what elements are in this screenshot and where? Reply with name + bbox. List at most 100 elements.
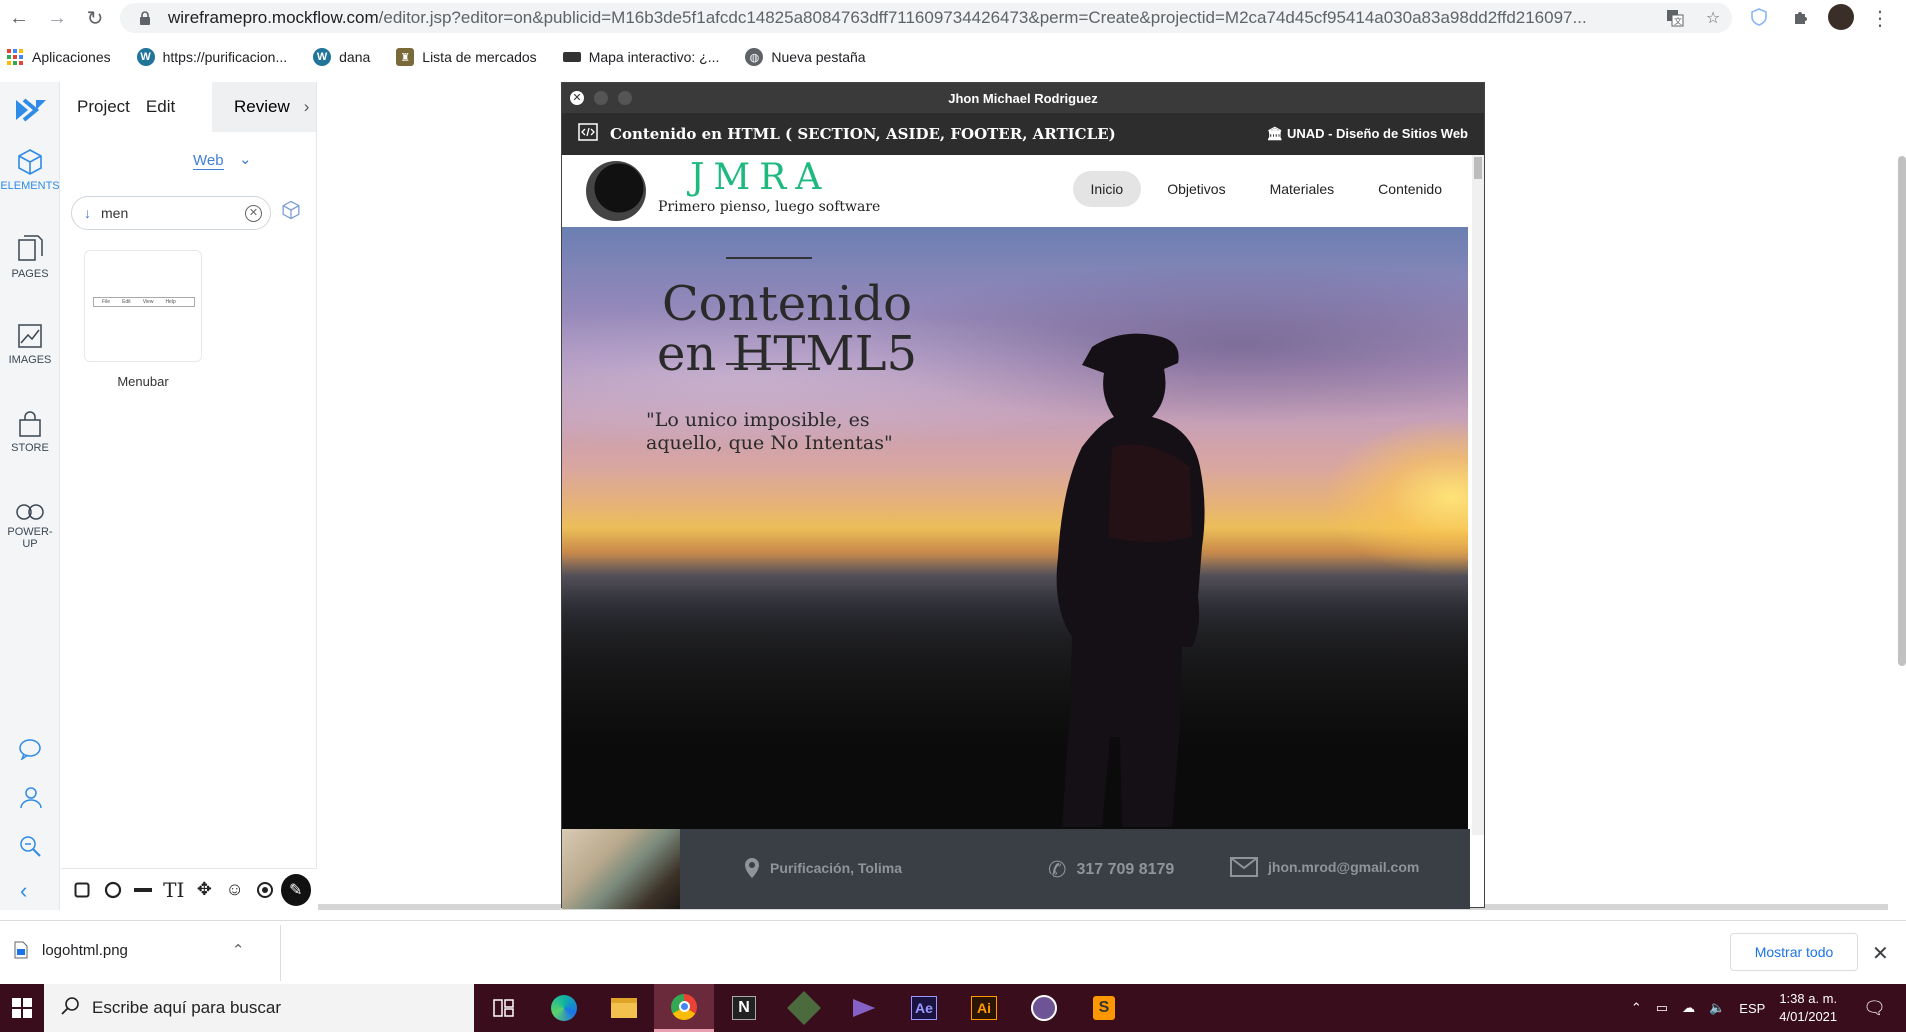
rail-elements[interactable]: ELEMENTS: [0, 148, 60, 192]
hero-grass-field: [562, 557, 1468, 829]
rail-store[interactable]: STORE: [0, 410, 60, 454]
bookmark-mapa[interactable]: Mapa interactivo: ¿...: [562, 49, 719, 65]
course-label-text: UNAD - Diseño de Sitios Web: [1286, 126, 1468, 141]
svg-text:文: 文: [1674, 16, 1682, 26]
translate-icon[interactable]: 文: [1664, 7, 1686, 29]
move-tool-icon[interactable]: ✥: [189, 874, 220, 906]
line-tool-icon[interactable]: [128, 874, 159, 906]
bookmark-star-icon[interactable]: ☆: [1702, 7, 1724, 29]
component-library-icon[interactable]: [281, 200, 301, 225]
maximize-dot[interactable]: [618, 91, 632, 105]
bookmark-dana[interactable]: W dana: [313, 48, 370, 66]
platform-select[interactable]: Web: [193, 152, 224, 170]
sketchup-icon[interactable]: [774, 984, 834, 1032]
menu-edit[interactable]: Edit: [146, 97, 175, 117]
github-icon[interactable]: [1014, 984, 1074, 1032]
menubar-element-card[interactable]: File Edit View Help: [84, 250, 202, 362]
chat-bubble-icon[interactable]: [18, 738, 42, 765]
forward-arrow-icon[interactable]: →: [42, 3, 72, 33]
paint-brush-icon[interactable]: ✎: [280, 873, 311, 906]
close-icon[interactable]: ✕: [570, 91, 584, 105]
cube-icon: [18, 149, 42, 175]
after-effects-icon[interactable]: Ae: [894, 984, 954, 1032]
rail-pages[interactable]: PAGES: [0, 234, 60, 280]
footer-email-text: jhon.mrod@gmail.com: [1268, 859, 1420, 875]
bookmark-label: dana: [339, 49, 371, 65]
bookmark-lista-mercados[interactable]: ♜ Lista de mercados: [396, 48, 537, 66]
minimize-dot[interactable]: [594, 91, 608, 105]
task-view-icon[interactable]: [474, 984, 534, 1032]
clear-search-icon[interactable]: ✕: [245, 205, 262, 222]
menubar-thumbnail: File Edit View Help: [93, 297, 195, 307]
visual-studio-icon[interactable]: [834, 984, 894, 1032]
clock-time: 1:38 a. m.: [1779, 991, 1838, 1006]
sublime-text-icon[interactable]: S: [1074, 984, 1134, 1032]
system-tray: ⌃ ▭ ☁ 🔈 ESP 1:38 a. m. 4/01/2021 🗨: [1631, 984, 1906, 1032]
file-explorer-icon[interactable]: [594, 984, 654, 1032]
back-arrow-icon[interactable]: ←: [4, 3, 34, 33]
element-search-input[interactable]: ↓ men ✕: [71, 196, 271, 230]
notifications-icon[interactable]: 🗨: [1863, 998, 1886, 1019]
menu-review[interactable]: Review ›: [212, 82, 316, 132]
notion-icon[interactable]: N: [714, 984, 774, 1032]
elements-panel: Project Edit Review › Web ⌄ ↓ men ✕ File…: [61, 82, 317, 910]
address-bar[interactable]: wireframepro.mockflow.com/editor.jsp?edi…: [120, 3, 1732, 33]
bookmark-nueva-pestana[interactable]: ◍ Nueva pestaña: [745, 48, 866, 66]
wordpress-icon: W: [136, 48, 155, 66]
edge-icon[interactable]: [534, 984, 594, 1032]
thumb-menu-item: View: [142, 299, 154, 305]
bookmark-purificacion[interactable]: W https://purificacion...: [136, 48, 287, 66]
sort-arrow-icon: ↓: [84, 205, 91, 221]
show-all-button[interactable]: Mostrar todo: [1730, 933, 1858, 971]
radio-tool-icon[interactable]: [250, 874, 281, 906]
nav-contenido[interactable]: Contenido: [1360, 171, 1460, 207]
nav-objetivos[interactable]: Objetivos: [1149, 171, 1243, 207]
more-menu-icon[interactable]: ⋮: [1870, 6, 1890, 31]
rectangle-tool-icon[interactable]: [67, 874, 98, 906]
bookmark-apps[interactable]: Aplicaciones: [6, 48, 111, 66]
reload-icon[interactable]: ↻: [80, 3, 110, 33]
mockup-scrollbar[interactable]: [1472, 155, 1484, 835]
apps-grid-icon: [6, 48, 24, 66]
canvas-vertical-scrollbar[interactable]: [1898, 156, 1906, 666]
team-users-icon[interactable]: [18, 786, 44, 815]
cloud-icon[interactable]: ☁: [1682, 1000, 1695, 1016]
clock[interactable]: 1:38 a. m. 4/01/2021: [1779, 990, 1837, 1026]
collapse-chevron-icon[interactable]: ‹: [20, 878, 27, 904]
text-tool-icon[interactable]: TI: [159, 874, 190, 906]
illustrator-icon[interactable]: Ai: [954, 984, 1014, 1032]
mockflow-left-rail: ELEMENTS PAGES IMAGES STORE POWER-UP ‹: [0, 82, 60, 910]
zoom-search-icon[interactable]: [18, 834, 42, 863]
rail-power-up[interactable]: POWER-UP: [0, 502, 60, 550]
nav-materiales[interactable]: Materiales: [1252, 171, 1353, 207]
rail-label: POWER-UP: [7, 526, 53, 550]
mockup-scroll-thumb[interactable]: [1474, 157, 1482, 179]
taskbar-search-input[interactable]: Escribe aquí para buscar: [44, 984, 474, 1032]
emoji-tool-icon[interactable]: ☺: [220, 874, 251, 906]
close-icon[interactable]: ✕: [1872, 941, 1889, 966]
windows-start-icon[interactable]: [0, 984, 44, 1032]
device-icon[interactable]: ▭: [1656, 1000, 1668, 1016]
institution-icon: 🏛: [1266, 126, 1284, 141]
extension-shield-icon[interactable]: [1748, 6, 1770, 28]
nav-inicio[interactable]: Inicio: [1072, 171, 1142, 207]
profile-avatar[interactable]: [1828, 4, 1854, 30]
thumb-menu-item: Edit: [122, 299, 131, 305]
chevron-up-icon[interactable]: ⌃: [1631, 1000, 1642, 1016]
footer-phone: ✆ 317 709 8179: [1048, 857, 1174, 883]
mockflow-logo[interactable]: [14, 96, 48, 129]
lock-icon[interactable]: [134, 7, 156, 29]
chrome-icon[interactable]: [654, 984, 714, 1032]
circle-tool-icon[interactable]: [98, 874, 129, 906]
menu-project[interactable]: Project: [77, 97, 130, 117]
rail-images[interactable]: IMAGES: [0, 322, 60, 366]
volume-icon[interactable]: 🔈: [1709, 1000, 1725, 1016]
download-item[interactable]: logohtml.png ⌃: [14, 941, 244, 959]
chevron-down-icon[interactable]: ⌄: [239, 150, 252, 168]
chevron-up-icon[interactable]: ⌃: [232, 941, 245, 959]
mockup-subheader: Contenido en HTML ( SECTION, ASIDE, FOOT…: [562, 113, 1484, 155]
extensions-puzzle-icon[interactable]: [1790, 6, 1812, 28]
browser-mockup-window[interactable]: ✕ Jhon Michael Rodriguez Contenido en HT…: [561, 82, 1485, 909]
language-indicator[interactable]: ESP: [1739, 1001, 1765, 1016]
image-icon: [18, 324, 42, 348]
